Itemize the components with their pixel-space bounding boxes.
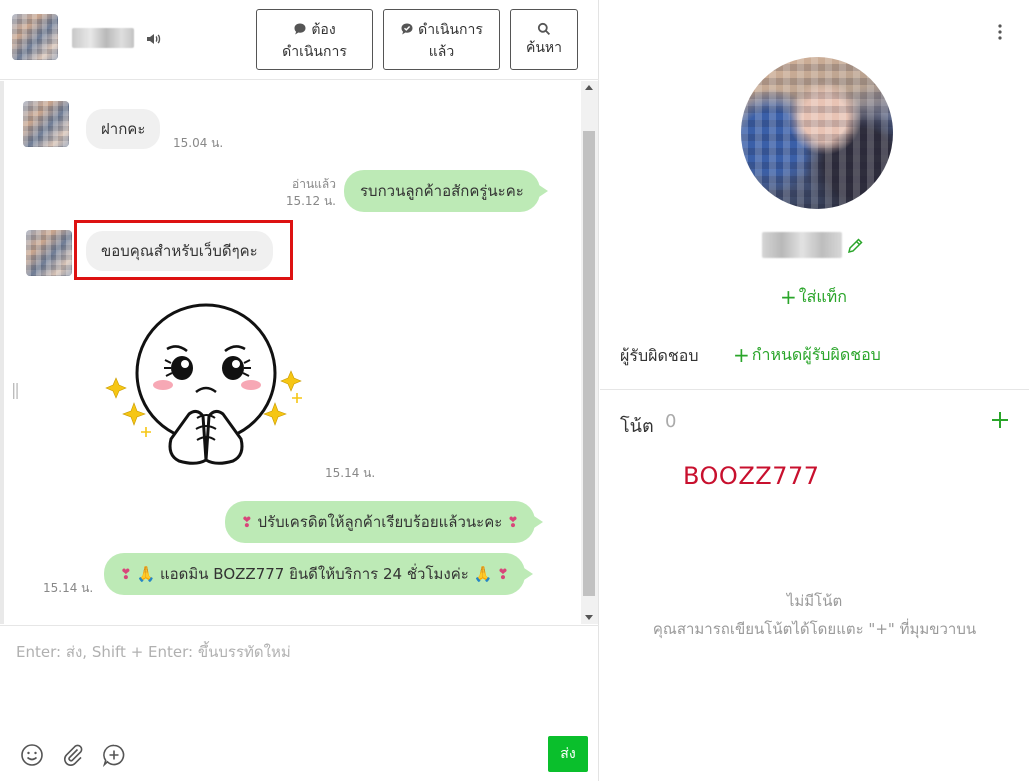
- heart-emoji-icon: ❣: [497, 567, 509, 583]
- message-time: 15.14 น.: [43, 581, 94, 595]
- contact-name-blurred: [72, 28, 134, 48]
- chat-scrollbar[interactable]: [581, 81, 598, 624]
- heart-emoji-icon: ❣: [507, 515, 519, 531]
- done-button[interactable]: ดำเนินการ แล้ว: [383, 9, 500, 70]
- send-button[interactable]: ส่ง: [548, 736, 588, 772]
- add-tag-link[interactable]: + ใส่แท็ก: [780, 285, 847, 310]
- message-text: ปรับเครดิตให้ลูกค้าเรียบร้อยแล้วนะคะ: [257, 513, 503, 531]
- left-edge-bar: [0, 81, 4, 624]
- search-label: ค้นหา: [525, 38, 563, 55]
- chat-header: ต้อง ดำเนินการ ดำเนินการ แล้ว ค้นหา: [0, 0, 599, 80]
- scrollbar-thumb[interactable]: [583, 131, 595, 596]
- plus-icon: +: [780, 285, 797, 309]
- todo-label-line1: ต้อง: [311, 20, 336, 37]
- done-label-line2: แล้ว: [428, 42, 455, 59]
- note-text: BOOZZ777: [683, 462, 820, 490]
- todo-label-line2: ดำเนินการ: [282, 42, 347, 59]
- read-label: อ่านแล้ว: [292, 177, 336, 191]
- highlight-annotation-box: [74, 220, 293, 280]
- message-bubble-outgoing: ❣ 🙏 แอดมิน BOZZ777 ยินดีให้บริการ 24 ชั่…: [104, 553, 533, 595]
- section-divider: [600, 389, 1029, 390]
- message-time: 15.12 น.: [285, 194, 336, 208]
- message-input[interactable]: [16, 640, 576, 664]
- notes-title: โน้ต: [620, 416, 654, 437]
- contact-avatar[interactable]: [12, 14, 58, 60]
- todo-button[interactable]: ต้อง ดำเนินการ: [256, 9, 373, 70]
- add-circle-icon[interactable]: [102, 743, 126, 767]
- assign-link-label: กำหนดผู้รับผิดชอบ: [751, 345, 881, 364]
- empty-notes-title: ไม่มีโน้ต: [786, 592, 843, 610]
- profile-avatar[interactable]: [741, 57, 893, 209]
- edit-pencil-icon[interactable]: [846, 237, 864, 255]
- scroll-down-arrow-icon[interactable]: [585, 615, 593, 620]
- search-icon: [537, 22, 551, 35]
- done-label-line1: ดำเนินการ: [418, 20, 483, 37]
- add-note-icon[interactable]: [990, 410, 1010, 430]
- message-time: 15.04 น.: [173, 136, 224, 150]
- add-tag-label: ใส่แท็ก: [798, 287, 847, 306]
- search-button[interactable]: ค้นหา: [510, 9, 578, 70]
- message-time: 15.14 น.: [325, 466, 376, 480]
- sender-avatar[interactable]: [26, 230, 72, 276]
- assignee-label: ผู้รับผิดชอบ: [620, 346, 699, 365]
- message-bubble-incoming: ฝากคะ: [86, 109, 161, 149]
- heart-emoji-icon: ❣: [241, 515, 253, 531]
- scroll-up-arrow-icon[interactable]: [585, 85, 593, 90]
- message-bubble-outgoing: ❣ ปรับเครดิตให้ลูกค้าเรียบร้อยแล้วนะคะ ❣: [225, 501, 543, 543]
- assign-assignee-link[interactable]: + กำหนดผู้รับผิดชอบ: [733, 343, 881, 368]
- profile-panel: + ใส่แท็ก ผู้รับผิดชอบ + กำหนดผู้รับผิดชอบ…: [600, 0, 1029, 781]
- sticker-image: [105, 303, 302, 465]
- speaker-icon[interactable]: [145, 30, 163, 48]
- profile-name-blurred: [762, 232, 842, 258]
- more-options-icon[interactable]: [995, 22, 1005, 42]
- heart-emoji-icon: ❣: [120, 567, 132, 583]
- pray-emoji-icon: 🙏: [473, 565, 493, 583]
- message-list: ฝากคะ 15.04 น. อ่านแล้ว 15.12 น. รบกวนลู…: [6, 81, 584, 624]
- read-receipt: อ่านแล้ว 15.12 น.: [268, 176, 336, 210]
- check-bubble-icon: [401, 23, 413, 34]
- attachment-icon[interactable]: [61, 743, 85, 767]
- emoji-icon[interactable]: [20, 743, 44, 767]
- plus-icon: +: [733, 343, 750, 367]
- message-text: แอดมิน BOZZ777 ยินดีให้บริการ 24 ชั่วโมง…: [159, 565, 469, 583]
- chat-panel: ต้อง ดำเนินการ ดำเนินการ แล้ว ค้นหา || ฝ…: [0, 0, 599, 781]
- pray-emoji-icon: 🙏: [136, 565, 156, 583]
- message-bubble-outgoing: รบกวนลูกค้าอสักครู่นะคะ: [344, 170, 548, 212]
- message-composer: ส่ง: [0, 625, 599, 781]
- sender-avatar[interactable]: [23, 101, 69, 147]
- empty-notes-hint: คุณสามารถเขียนโน้ตได้โดยแตะ "+" ที่มุมขว…: [652, 620, 977, 638]
- notes-count: 0: [665, 411, 677, 432]
- speech-bubble-icon: [294, 23, 306, 34]
